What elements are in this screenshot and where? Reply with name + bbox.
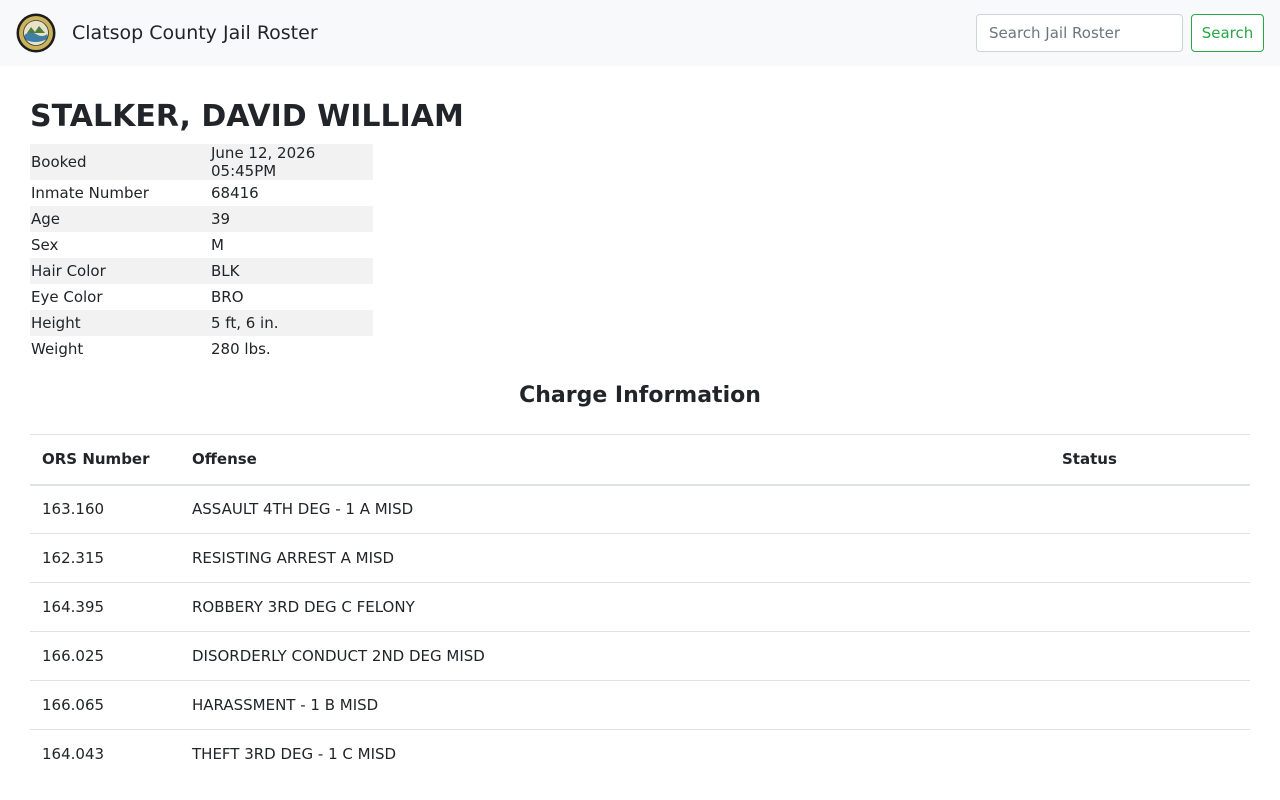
charge-information-heading: Charge Information — [519, 383, 761, 408]
charge-status — [1050, 680, 1250, 730]
charge-status — [1050, 582, 1250, 632]
detail-row-inmate-number: Inmate Number 68416 — [30, 180, 373, 206]
charge-status — [1050, 730, 1250, 779]
search-button[interactable]: Search — [1191, 14, 1264, 52]
inmate-name: STALKER, DAVID WILLIAM — [30, 99, 464, 134]
header-offense: Offense — [180, 434, 1050, 486]
charge-status — [1050, 533, 1250, 583]
charge-status — [1050, 484, 1250, 534]
charge-ors: 166.065 — [30, 680, 180, 730]
detail-value: BRO — [211, 288, 244, 306]
detail-label: Hair Color — [31, 262, 106, 280]
navbar: Clatsop County Jail Roster Search — [0, 0, 1280, 66]
detail-label: Age — [31, 210, 61, 228]
detail-value: June 12, 2026 05:45PM — [211, 144, 316, 180]
charge-ors: 166.025 — [30, 631, 180, 681]
charge-ors: 164.395 — [30, 582, 180, 632]
detail-label: Height — [31, 314, 81, 332]
charge-offense: ROBBERY 3RD DEG C FELONY — [180, 582, 1050, 632]
charge-offense: DISORDERLY CONDUCT 2ND DEG MISD — [180, 631, 1050, 681]
header-status: Status — [1050, 434, 1250, 486]
search-input[interactable] — [976, 14, 1183, 52]
detail-row-booked: Booked June 12, 2026 05:45PM — [30, 144, 373, 180]
detail-row-sex: Sex M — [30, 232, 373, 258]
charge-row: 164.043 THEFT 3RD DEG - 1 C MISD — [30, 730, 1250, 779]
charge-row: 163.160 ASSAULT 4TH DEG - 1 A MISD — [30, 484, 1250, 534]
charge-offense: THEFT 3RD DEG - 1 C MISD — [192, 745, 397, 764]
detail-value: 5 ft, 6 in. — [211, 314, 279, 332]
charge-row: 166.025 DISORDERLY CONDUCT 2ND DEG MISD — [30, 631, 1250, 681]
detail-value: BLK — [211, 262, 240, 280]
search-form: Search — [976, 14, 1264, 52]
detail-row-hair-color: Hair Color BLK — [30, 258, 373, 284]
header-ors-number: ORS Number — [30, 434, 180, 486]
charge-offense: HARASSMENT - 1 B MISD — [180, 680, 1050, 730]
charge-ors: 163.160 — [30, 484, 180, 534]
charge-row: 162.315 RESISTING ARREST A MISD — [30, 533, 1250, 583]
county-seal-icon — [16, 13, 56, 53]
charge-row: 164.395 ROBBERY 3RD DEG C FELONY — [30, 582, 1250, 632]
detail-value: M — [211, 236, 224, 254]
detail-label: Weight — [31, 340, 84, 358]
detail-row-eye-color: Eye Color BRO — [30, 284, 373, 310]
inmate-details-table: Booked June 12, 2026 05:45PM Inmate Numb… — [30, 144, 373, 362]
site-title: Clatsop County Jail Roster — [72, 22, 318, 44]
detail-value: 68416 — [211, 184, 259, 202]
main-content: STALKER, DAVID WILLIAM Booked June 12, 2… — [0, 98, 1280, 779]
detail-value: 39 — [211, 210, 231, 228]
charge-ors: 164.043 — [42, 745, 105, 764]
detail-label: Sex — [31, 236, 59, 254]
charges-header-row: ORS Number Offense Status — [30, 434, 1250, 486]
detail-label: Inmate Number — [31, 184, 149, 202]
detail-row-age: Age 39 — [30, 206, 373, 232]
detail-value: 280 lbs. — [211, 340, 271, 358]
charge-row: 166.065 HARASSMENT - 1 B MISD — [30, 680, 1250, 730]
charge-offense: RESISTING ARREST A MISD — [180, 533, 1050, 583]
detail-label: Eye Color — [31, 288, 103, 306]
charge-ors: 162.315 — [30, 533, 180, 583]
charges-table: ORS Number Offense Status 163.160 ASSAUL… — [30, 434, 1250, 779]
charge-offense: ASSAULT 4TH DEG - 1 A MISD — [180, 484, 1050, 534]
detail-row-height: Height 5 ft, 6 in. — [30, 310, 373, 336]
detail-label: Booked — [31, 153, 87, 171]
brand[interactable]: Clatsop County Jail Roster — [16, 13, 318, 53]
charge-status — [1050, 631, 1250, 681]
detail-row-weight: Weight 280 lbs. — [30, 336, 373, 362]
